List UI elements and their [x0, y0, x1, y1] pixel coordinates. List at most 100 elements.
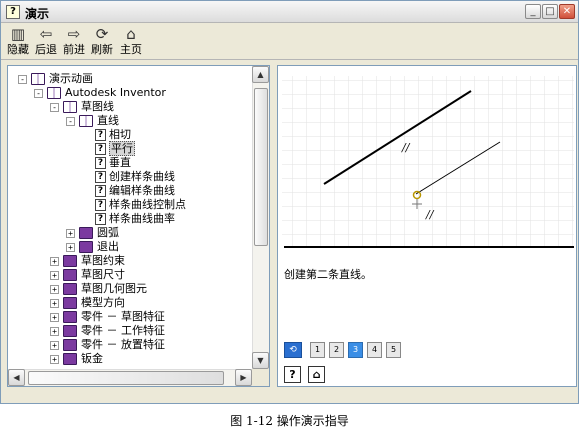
expand-icon[interactable]: + — [50, 312, 59, 322]
closed-book-icon — [63, 339, 77, 351]
tree-item[interactable]: + 模型方向 — [50, 296, 125, 310]
expand-icon[interactable]: + — [50, 298, 59, 308]
tree-item[interactable]: + 零件 － 草图特征 — [50, 310, 165, 324]
closed-book-icon — [79, 227, 93, 239]
closed-book-icon — [63, 297, 77, 309]
refresh-icon: ⟳ — [95, 25, 109, 43]
tree-item[interactable]: - 草图线 — [50, 100, 114, 114]
closed-book-icon — [63, 283, 77, 295]
horizontal-scroll-thumb[interactable] — [28, 371, 224, 385]
parallel-mark-1: // — [401, 141, 411, 154]
scroll-right-button[interactable]: ▶ — [235, 369, 252, 386]
tree-item[interactable]: + 钣金 — [50, 352, 103, 366]
minimize-button[interactable]: _ — [525, 4, 541, 19]
hide-button[interactable]: ▥ 隐藏 — [4, 25, 32, 56]
tree-item[interactable]: ? 创建样条曲线 — [95, 170, 175, 184]
title-bar: ? 演示 _ □ ✕ — [1, 1, 578, 23]
step-button[interactable]: 5 — [386, 342, 401, 358]
close-button[interactable]: ✕ — [559, 4, 575, 19]
figure-caption: 图 1-12 操作演示指导 — [230, 414, 349, 428]
closed-book-icon — [63, 311, 77, 323]
refresh-label: 刷新 — [91, 43, 113, 56]
step-button[interactable]: 2 — [329, 342, 344, 358]
forward-label: 前进 — [63, 43, 85, 56]
vertical-scrollbar[interactable]: ▲ ▼ — [252, 66, 269, 369]
horizontal-scrollbar[interactable]: ◀ ▶ — [8, 369, 252, 386]
help-topic-icon: ? — [95, 157, 106, 169]
tree-item[interactable]: ? 平行 — [95, 141, 135, 156]
tree-item[interactable]: + 圆弧 — [66, 226, 119, 240]
tree-item-label: 垂直 — [109, 156, 131, 169]
tree-item-label: 直线 — [97, 114, 119, 127]
closed-book-icon — [63, 255, 77, 267]
collapse-icon[interactable]: - — [34, 88, 43, 98]
collapse-icon[interactable]: - — [18, 74, 27, 84]
tree-item[interactable]: ? 垂直 — [95, 156, 131, 170]
tree-item[interactable]: + 零件 － 放置特征 — [50, 338, 165, 352]
refresh-button[interactable]: ⟳ 刷新 — [88, 25, 116, 56]
closed-book-icon — [63, 269, 77, 281]
expand-icon[interactable]: + — [50, 340, 59, 350]
open-book-icon — [31, 73, 45, 85]
expand-icon[interactable]: + — [66, 228, 75, 238]
collapse-icon[interactable]: - — [50, 102, 59, 112]
play-button[interactable]: ⟲ — [284, 342, 302, 358]
back-label: 后退 — [35, 43, 57, 56]
tree-item[interactable]: ? 样条曲线曲率 — [95, 212, 175, 226]
expand-icon[interactable]: + — [66, 242, 75, 252]
demo-canvas: // // — [282, 76, 574, 248]
hide-icon: ▥ — [10, 25, 26, 43]
closed-book-icon — [79, 241, 93, 253]
open-book-icon — [47, 87, 61, 99]
tree-item[interactable]: + 草图几何图元 — [50, 282, 147, 296]
back-button[interactable]: ⇦ 后退 — [32, 25, 60, 56]
tree-item-label: 样条曲线控制点 — [109, 198, 186, 211]
tree-item-label: 圆弧 — [97, 226, 119, 239]
tree-item-label: 零件 － 放置特征 — [81, 338, 165, 351]
tree-item-label: 平行 — [109, 141, 135, 156]
closed-book-icon — [63, 325, 77, 337]
help-topic-icon: ? — [95, 199, 106, 211]
tree-item[interactable]: + 退出 — [66, 240, 119, 254]
help-topic-icon: ? — [95, 143, 106, 155]
hide-label: 隐藏 — [7, 43, 29, 56]
step-button[interactable]: 1 — [310, 342, 325, 358]
home-button[interactable]: ⌂ 主页 — [117, 25, 145, 56]
tree-item-label: 创建样条曲线 — [109, 170, 175, 183]
step-button[interactable]: 4 — [367, 342, 382, 358]
tree-item[interactable]: ? 相切 — [95, 128, 131, 142]
tree-item[interactable]: + 草图尺寸 — [50, 268, 125, 282]
tree-item[interactable]: - 演示动画 — [18, 72, 93, 86]
scroll-down-button[interactable]: ▼ — [252, 352, 269, 369]
scroll-up-button[interactable]: ▲ — [252, 66, 269, 83]
contents-pane: - 演示动画 - Autodesk Inventor - 草图线 - 直线? 相切? 平行? 垂直?… — [7, 65, 270, 387]
scroll-left-button[interactable]: ◀ — [8, 369, 25, 386]
tree-item[interactable]: + 零件 － 工作特征 — [50, 324, 165, 338]
parallel-mark-2: // — [425, 208, 435, 221]
forward-button[interactable]: ⇨ 前进 — [60, 25, 88, 56]
home-page-icon[interactable]: ⌂ — [308, 366, 325, 383]
home-label: 主页 — [120, 43, 142, 56]
tree-item[interactable]: ? 编辑样条曲线 — [95, 184, 175, 198]
expand-icon[interactable]: + — [50, 284, 59, 294]
closed-book-icon — [63, 353, 77, 365]
tree-item[interactable]: + 草图约束 — [50, 254, 125, 268]
help-icon[interactable]: ? — [284, 366, 301, 383]
expand-icon[interactable]: + — [50, 354, 59, 364]
tree-item-label: 草图尺寸 — [81, 268, 125, 281]
tree-item[interactable]: - 直线 — [66, 114, 119, 128]
vertical-scroll-thumb[interactable] — [254, 88, 268, 246]
expand-icon[interactable]: + — [50, 270, 59, 280]
step-button[interactable]: 3 — [348, 342, 363, 358]
tree-item[interactable]: - Autodesk Inventor — [34, 86, 166, 100]
tree-item[interactable]: ? 样条曲线控制点 — [95, 198, 186, 212]
tree-item-label: Autodesk Inventor — [65, 86, 166, 99]
tree-item-label: 相切 — [109, 128, 131, 141]
help-topic-icon: ? — [95, 171, 106, 183]
expand-icon[interactable]: + — [50, 326, 59, 336]
expand-icon[interactable]: + — [50, 256, 59, 266]
help-topic-icon: ? — [95, 185, 106, 197]
maximize-button[interactable]: □ — [542, 4, 558, 19]
collapse-icon[interactable]: - — [66, 116, 75, 126]
tree-item-label: 模型方向 — [81, 296, 125, 309]
